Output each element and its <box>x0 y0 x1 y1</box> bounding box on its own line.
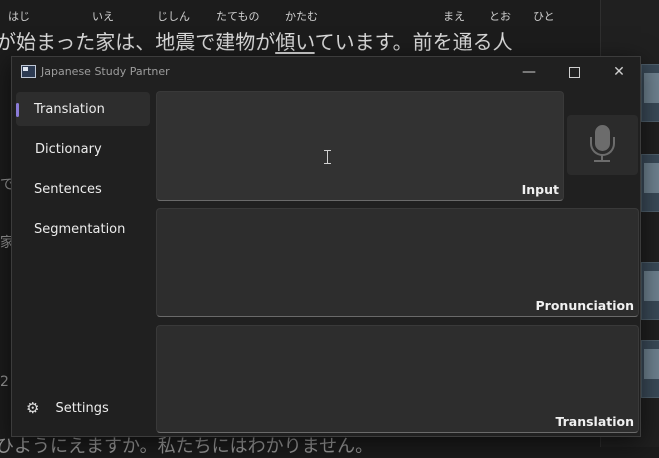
background-text-fragment: 2 <box>0 374 9 390</box>
active-indicator <box>16 103 19 117</box>
nav-item-label: Segmentation <box>34 221 126 237</box>
settings-button[interactable]: ⚙ Settings <box>22 391 152 425</box>
close-icon: ✕ <box>613 64 625 80</box>
furigana: はじ <box>8 10 30 23</box>
nav-item-label: Sentences <box>34 181 102 197</box>
app-icon <box>21 65 36 78</box>
title-bar[interactable]: Japanese Study Partner — ✕ <box>12 57 640 87</box>
input-field[interactable]: Input <box>156 91 564 201</box>
furigana: じしん <box>157 10 190 23</box>
furigana: かたむ <box>285 10 318 23</box>
furigana: いえ <box>92 10 114 23</box>
background-text-line: が始まった家は、地震で建物が傾いています。前を通る人 <box>0 30 513 54</box>
gear-icon: ⚙ <box>26 399 40 417</box>
furigana: たてもの <box>216 10 260 23</box>
text-cursor-icon <box>324 150 331 164</box>
translation-output[interactable]: Translation <box>156 325 639 433</box>
window-title: Japanese Study Partner <box>41 65 170 78</box>
app-window: Japanese Study Partner — ✕ Translation D… <box>11 56 641 437</box>
furigana: とお <box>489 10 511 23</box>
close-button[interactable]: ✕ <box>596 57 642 87</box>
nav-item-label: Translation <box>34 101 105 117</box>
microphone-button[interactable] <box>567 115 638 175</box>
pronunciation-output[interactable]: Pronunciation <box>156 208 639 317</box>
minimize-button[interactable]: — <box>506 57 552 87</box>
nav-item-sentences[interactable]: Sentences <box>16 172 150 206</box>
pronunciation-label: Pronunciation <box>535 298 635 313</box>
furigana: まえ <box>443 10 465 23</box>
nav-item-label: Dictionary <box>35 141 102 157</box>
minimize-icon: — <box>522 64 536 80</box>
nav-item-dictionary[interactable]: Dictionary <box>16 132 150 166</box>
settings-label: Settings <box>55 400 109 416</box>
input-label: Input <box>521 182 559 197</box>
thumbnail-image[interactable] <box>641 262 659 320</box>
maximize-icon <box>568 66 580 78</box>
nav-item-segmentation[interactable]: Segmentation <box>16 212 150 246</box>
nav-item-translation[interactable]: Translation <box>16 92 150 126</box>
thumbnail-image[interactable] <box>641 340 659 398</box>
thumbnail-image[interactable] <box>641 64 659 122</box>
thumbnail-image[interactable] <box>641 154 659 212</box>
translation-label: Translation <box>555 414 634 429</box>
maximize-button[interactable] <box>551 57 597 87</box>
furigana: ひと <box>533 10 555 23</box>
